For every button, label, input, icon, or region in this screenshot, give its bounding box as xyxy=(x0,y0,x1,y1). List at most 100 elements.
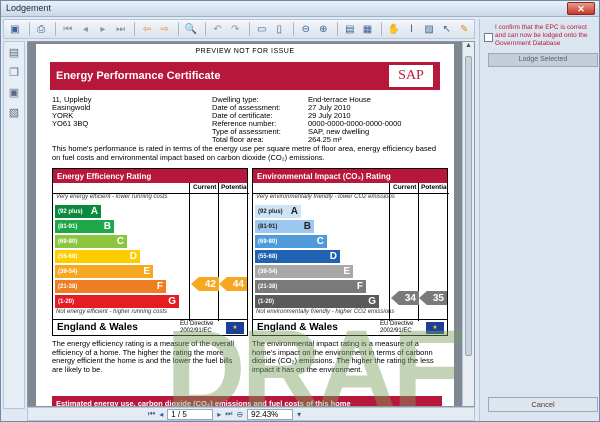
attachments-icon[interactable]: ▣ xyxy=(6,86,22,102)
page-first-icon[interactable]: ⏮ xyxy=(60,22,76,37)
band-range: (55-68) xyxy=(258,253,278,260)
single-page-icon[interactable]: ▤ xyxy=(342,22,358,37)
layers-icon[interactable]: ▧ xyxy=(6,106,22,122)
confirm-label: I confirm that the EPC is correct and ca… xyxy=(495,24,588,47)
last-page-icon[interactable]: ⏭ xyxy=(225,409,232,419)
rating-band-b: (81-91) B xyxy=(255,220,314,233)
lodgement-side-panel: I confirm that the EPC is correct and ca… xyxy=(479,19,599,421)
potential-column-header: Potential xyxy=(221,184,249,191)
ei-top-note: Very environmentally friendly - lower CO… xyxy=(256,194,395,200)
band-letter: D xyxy=(129,251,137,262)
rating-band-c: (69-80) C xyxy=(255,235,327,248)
scroll-up-icon[interactable]: ▲ xyxy=(463,42,474,54)
prev-page-icon[interactable]: ◂ xyxy=(159,410,163,419)
toolbar-divider xyxy=(178,22,180,36)
band-range: (92 plus) xyxy=(258,208,283,215)
potential-column-header: Potential xyxy=(421,184,449,191)
ee-potential-rating: 44 xyxy=(219,277,247,291)
zoom-out-icon[interactable]: ⊖ xyxy=(298,22,314,37)
document-viewport[interactable]: PREVIEW NOT FOR ISSUE Energy Performance… xyxy=(27,41,475,407)
text-select-icon[interactable]: Ⅰ xyxy=(404,22,420,37)
confirm-checkbox[interactable] xyxy=(484,33,493,42)
rating-band-d: (55-68) D xyxy=(55,250,140,263)
band-range: (81-91) xyxy=(258,223,278,230)
page-prev-icon[interactable]: ◂ xyxy=(78,22,94,37)
toolbar-divider xyxy=(134,22,136,36)
band-range: (92 plus) xyxy=(58,208,83,215)
annotate-icon[interactable]: ✎ xyxy=(456,22,472,37)
lodge-selected-button[interactable]: Lodge Selected xyxy=(488,53,598,67)
band-range: (81-91) xyxy=(58,223,78,230)
rating-band-a: (92 plus) A xyxy=(255,205,301,218)
band-letter: C xyxy=(316,236,324,247)
band-range: (1-20) xyxy=(58,298,75,305)
band-range: (69-80) xyxy=(258,238,278,245)
snapshot-icon[interactable]: ▨ xyxy=(421,22,437,37)
band-letter: A xyxy=(90,206,98,217)
save-icon[interactable]: ▣ xyxy=(7,22,23,37)
forward-arrow-icon[interactable]: ⇨ xyxy=(157,22,173,37)
toolbar-divider xyxy=(337,22,339,36)
first-page-icon[interactable]: ⏮ xyxy=(148,409,155,419)
status-bar: ⏮ ◂ 1 / 5 ▸ ⏭ ⊖ 92.43% ▾ xyxy=(27,407,475,421)
page-last-icon[interactable]: ⏭ xyxy=(113,22,129,37)
draft-watermark: DRAFT xyxy=(166,308,474,407)
band-letter: E xyxy=(343,266,350,277)
pages-panel-icon[interactable]: ▤ xyxy=(6,46,22,62)
rating-band-g: (1-20) G xyxy=(55,295,179,308)
bookmarks-icon[interactable]: ❐ xyxy=(6,66,22,82)
zoom-icon[interactable]: 🔍 xyxy=(183,22,199,37)
rating-band-c: (69-80) C xyxy=(55,235,127,248)
lodgement-window: Lodgement ✕ ▣ ⎙ ⏮ ◂ ▸ ⏭ ⇦ ⇨ 🔍 ↶ ↷ ▭ ▯ ⊖ … xyxy=(0,0,600,422)
next-page-icon[interactable]: ▸ xyxy=(217,410,221,419)
environmental-impact-title: Environmental Impact (CO₂) Rating xyxy=(253,169,447,183)
close-button[interactable]: ✕ xyxy=(567,2,595,15)
multi-page-icon[interactable]: ▦ xyxy=(360,22,376,37)
cancel-button[interactable]: Cancel xyxy=(488,397,598,412)
ee-top-note: Very energy efficient - lower running co… xyxy=(56,194,168,200)
band-letter: B xyxy=(103,221,111,232)
property-address: 11, Uppleby Easingwold YORK YO61 3BQ xyxy=(52,96,91,128)
band-range: (1-20) xyxy=(258,298,275,305)
back-arrow-icon[interactable]: ⇦ xyxy=(139,22,155,37)
fit-width-icon[interactable]: ▭ xyxy=(254,22,270,37)
pointer-icon[interactable]: ↖ xyxy=(439,22,455,37)
rotate-ccw-icon[interactable]: ↶ xyxy=(210,22,226,37)
toolbar-divider xyxy=(248,22,250,36)
column-divider xyxy=(218,183,219,321)
band-range: (21-38) xyxy=(58,283,78,290)
viewer-toolbar: ▣ ⎙ ⏮ ◂ ▸ ⏭ ⇦ ⇨ 🔍 ↶ ↷ ▭ ▯ ⊖ ⊕ ▤ ▦ ✋ Ⅰ ▨ … xyxy=(3,19,475,39)
toolbar-divider xyxy=(293,22,294,36)
zoom-dropdown-icon[interactable]: ▾ xyxy=(297,410,301,419)
band-letter: F xyxy=(156,281,163,292)
ei-potential-rating: 35 xyxy=(419,291,447,305)
zoom-in-icon[interactable]: ⊕ xyxy=(316,22,332,37)
title-bar: Lodgement ✕ xyxy=(1,1,599,17)
zoom-out-status-icon[interactable]: ⊖ xyxy=(236,410,243,419)
zoom-level[interactable]: 92.43% xyxy=(247,408,294,420)
dwelling-details: Dwelling type: End-terrace House Date of … xyxy=(212,96,401,144)
toolbar-divider xyxy=(204,22,206,36)
detail-value: 264.25 m² xyxy=(308,135,342,144)
hand-tool-icon[interactable]: ✋ xyxy=(386,22,402,37)
page-next-icon[interactable]: ▸ xyxy=(95,22,111,37)
preview-label: PREVIEW NOT FOR ISSUE xyxy=(195,48,295,55)
fit-page-icon[interactable]: ▯ xyxy=(271,22,287,37)
left-sidebar: ▤ ❐ ▣ ▧ xyxy=(3,41,25,409)
rating-band-e: (39-54) E xyxy=(255,265,353,278)
band-letter: E xyxy=(143,266,150,277)
energy-efficiency-title: Energy Efficiency Rating xyxy=(53,169,247,183)
scroll-thumb[interactable] xyxy=(465,56,472,356)
rating-description: This home's performance is rated in term… xyxy=(52,144,436,162)
rating-band-e: (39-54) E xyxy=(55,265,153,278)
sap-logo: SAP xyxy=(388,64,434,88)
rotate-cw-icon[interactable]: ↷ xyxy=(227,22,243,37)
certificate-header: Energy Performance Certificate SAP xyxy=(50,62,440,90)
page-indicator[interactable]: 1 / 5 xyxy=(167,408,214,420)
vertical-scrollbar[interactable]: ▲ xyxy=(462,42,474,406)
current-column-header: Current xyxy=(193,184,217,191)
current-column-header: Current xyxy=(393,184,417,191)
band-letter: F xyxy=(356,281,363,292)
band-range: (39-54) xyxy=(58,268,78,275)
print-icon[interactable]: ⎙ xyxy=(34,22,50,37)
